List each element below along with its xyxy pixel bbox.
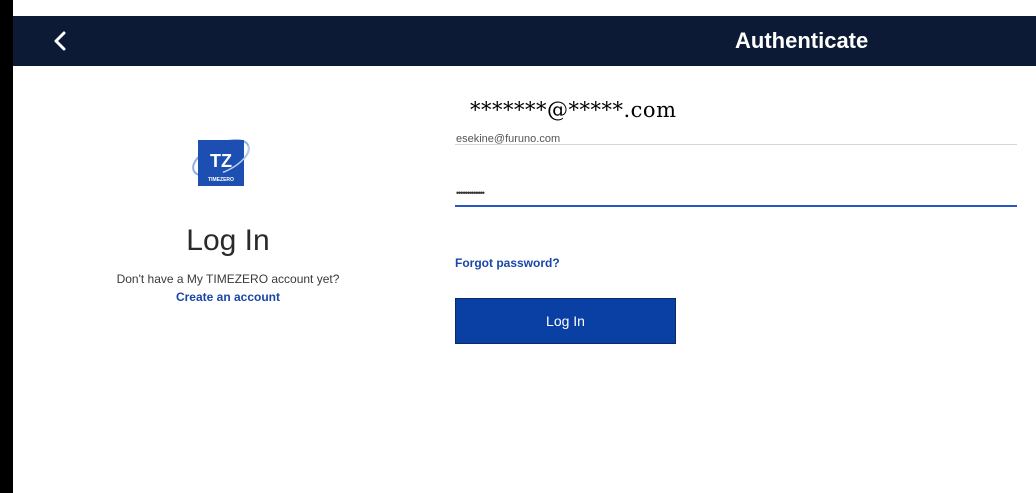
login-heading: Log In	[186, 224, 270, 257]
app-window: Authenticate TZ TIMEZERO Log In Don't ha…	[0, 0, 1036, 493]
page-title: Authenticate	[735, 28, 869, 53]
timezero-logo: TZ TIMEZERO	[189, 131, 253, 195]
logo-graphic: TZ TIMEZERO	[192, 139, 250, 186]
password-value: •••••••••••••	[456, 188, 485, 198]
logo-mark: TZ	[210, 151, 232, 171]
device-bezel	[0, 0, 13, 493]
chevron-left-icon	[54, 31, 66, 51]
password-underline	[455, 205, 1017, 207]
auth-content: TZ TIMEZERO Log In Don't have a My TIMEZ…	[13, 66, 1036, 493]
forgot-password-link[interactable]: Forgot password?	[455, 256, 560, 270]
login-button[interactable]: Log In	[455, 298, 676, 344]
login-button-label: Log In	[546, 313, 585, 329]
create-account-link[interactable]: Create an account	[13, 290, 443, 304]
no-account-text: Don't have a My TIMEZERO account yet?	[116, 272, 340, 286]
logo-wordmark: TIMEZERO	[208, 177, 234, 183]
back-button[interactable]	[43, 24, 77, 58]
email-underline	[455, 144, 1017, 145]
top-border	[0, 0, 1036, 16]
header-bar: Authenticate	[13, 16, 1036, 66]
email-masked-overlay: *******@*****.com	[470, 98, 677, 122]
